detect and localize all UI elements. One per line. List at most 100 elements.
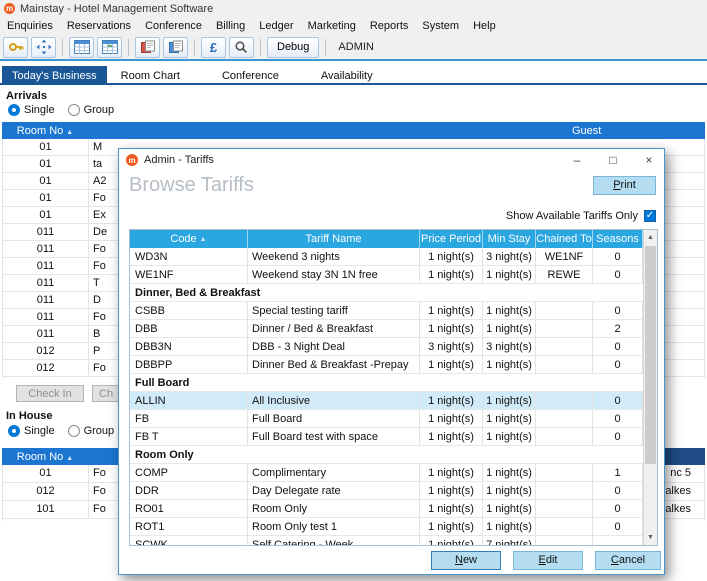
- available-tariffs-checkbox[interactable]: ✓: [644, 210, 656, 222]
- menu-item-billing[interactable]: Billing: [209, 18, 252, 34]
- tariff-name-cell: All Inclusive: [248, 392, 420, 409]
- tariff-row[interactable]: COMPComplimentary1 night(s)1 night(s)1: [130, 464, 643, 482]
- inhouse-room-no-header[interactable]: Room No▲: [2, 451, 88, 463]
- tab-room-chart[interactable]: Room Chart: [107, 66, 194, 83]
- tariff-row[interactable]: FB TFull Board test with space1 night(s)…: [130, 428, 643, 446]
- dialog-logo-icon: m: [126, 154, 138, 166]
- menu-item-system[interactable]: System: [415, 18, 466, 34]
- menu-item-marketing[interactable]: Marketing: [301, 18, 363, 34]
- tariff-row[interactable]: ROT1Room Only test 11 night(s)1 night(s)…: [130, 518, 643, 536]
- tab-availability[interactable]: Availability: [307, 66, 387, 83]
- column-header-chained-to[interactable]: Chained To: [536, 230, 593, 248]
- dialog-heading: Browse Tariffs: [129, 174, 254, 197]
- tariff-name-cell: Room Only: [248, 500, 420, 517]
- column-header-price-period[interactable]: Price Period: [420, 230, 483, 248]
- tariff-table-body: WD3NWeekend 3 nights1 night(s)3 night(s)…: [130, 248, 643, 545]
- folio-red-toolbar-button[interactable]: [135, 37, 160, 58]
- scrollbar-thumb[interactable]: [645, 246, 656, 464]
- move-toolbar-button[interactable]: [31, 37, 56, 58]
- chained-to-cell: [536, 392, 593, 409]
- code-cell: DDR: [130, 482, 248, 499]
- inhouse-group-radio[interactable]: [68, 425, 80, 437]
- code-cell: RO01: [130, 500, 248, 517]
- code-cell: WE1NF: [130, 266, 248, 283]
- cancel-button[interactable]: Cancel: [595, 551, 661, 570]
- arrivals-room-no-header[interactable]: Room No▲: [2, 125, 88, 137]
- tariff-row[interactable]: SCWKSelf Catering - Week1 night(s)7 nigh…: [130, 536, 643, 545]
- column-header-min-stay[interactable]: Min Stay: [483, 230, 536, 248]
- min-stay-cell: 3 night(s): [483, 248, 536, 265]
- availability-grid-toolbar-button[interactable]: [97, 37, 122, 58]
- room-no-cell: 012: [3, 343, 89, 359]
- scroll-down-icon[interactable]: ▼: [644, 530, 657, 545]
- print-button[interactable]: Print: [593, 176, 656, 195]
- dialog-title-bar[interactable]: m Admin - Tariffs – □ ×: [119, 149, 664, 171]
- chained-to-cell: REWE: [536, 266, 593, 283]
- tariff-row[interactable]: DBBPPDinner Bed & Breakfast -Prepay1 nig…: [130, 356, 643, 374]
- folio-blue-icon: [168, 40, 184, 54]
- tariff-row[interactable]: FBFull Board1 night(s)1 night(s)0: [130, 410, 643, 428]
- menu-item-reservations[interactable]: Reservations: [60, 18, 138, 34]
- arrivals-group-radio[interactable]: [68, 104, 80, 116]
- search-toolbar-button[interactable]: [229, 37, 254, 58]
- menu-item-enquiries[interactable]: Enquiries: [0, 18, 60, 34]
- edit-button[interactable]: Edit: [513, 551, 583, 570]
- toolbar-separator: [62, 39, 63, 56]
- arrivals-single-radio[interactable]: [8, 104, 20, 116]
- tariff-row[interactable]: DDRDay Delegate rate1 night(s)1 night(s)…: [130, 482, 643, 500]
- guest-name-fragment: alkes: [665, 501, 691, 518]
- tariff-row[interactable]: RO01Room Only1 night(s)1 night(s)0: [130, 500, 643, 518]
- price-period-cell: 1 night(s): [420, 302, 483, 319]
- menu-bar: EnquiriesReservationsConferenceBillingLe…: [0, 17, 707, 35]
- code-cell: WD3N: [130, 248, 248, 265]
- seasons-cell: [593, 536, 643, 545]
- room-grid-toolbar-button[interactable]: [69, 37, 94, 58]
- arrivals-single-label: Single: [24, 104, 55, 116]
- column-header-tariff-name[interactable]: Tariff Name: [248, 230, 420, 248]
- code-cell: DBB: [130, 320, 248, 337]
- edit-button-label: Edit: [514, 552, 582, 569]
- toolbar-separator: [128, 39, 129, 56]
- room-no-cell: 01: [3, 139, 89, 155]
- column-header-code[interactable]: Code▲: [130, 230, 248, 248]
- tariff-row[interactable]: DBB3NDBB - 3 Night Deal3 night(s)3 night…: [130, 338, 643, 356]
- chained-to-cell: [536, 338, 593, 355]
- tariff-row[interactable]: DBBDinner / Bed & Breakfast1 night(s)1 n…: [130, 320, 643, 338]
- arrivals-section-title: Arrivals: [6, 90, 47, 102]
- toolbar: £ Debug ADMIN: [0, 35, 707, 61]
- maximize-button[interactable]: □: [598, 149, 628, 171]
- close-button[interactable]: ×: [634, 149, 664, 171]
- tariff-row[interactable]: WE1NFWeekend stay 3N 1N free1 night(s)1 …: [130, 266, 643, 284]
- inhouse-section-title: In House: [6, 410, 52, 422]
- debug-button[interactable]: Debug: [267, 37, 319, 58]
- column-header-seasons[interactable]: Seasons: [593, 230, 643, 248]
- folio-red-icon: [140, 40, 156, 54]
- price-period-cell: 1 night(s): [420, 536, 483, 545]
- min-stay-cell: 1 night(s): [483, 464, 536, 481]
- key-toolbar-button[interactable]: [3, 37, 28, 58]
- inhouse-single-radio[interactable]: [8, 425, 20, 437]
- check-in-button[interactable]: Check In: [16, 385, 84, 402]
- seasons-cell: 1: [593, 464, 643, 481]
- room-no-cell: 01: [3, 173, 89, 189]
- folio-blue-toolbar-button[interactable]: [163, 37, 188, 58]
- billing-toolbar-button[interactable]: £: [201, 37, 226, 58]
- seasons-cell: 0: [593, 302, 643, 319]
- menu-item-help[interactable]: Help: [466, 18, 503, 34]
- title-bar: m Mainstay - Hotel Management Software: [0, 0, 707, 17]
- tariff-row[interactable]: ALLINAll Inclusive1 night(s)1 night(s)0: [130, 392, 643, 410]
- tariff-row[interactable]: WD3NWeekend 3 nights1 night(s)3 night(s)…: [130, 248, 643, 266]
- scroll-up-icon[interactable]: ▲: [644, 230, 657, 245]
- tab-today-s-business[interactable]: Today's Business: [2, 66, 107, 83]
- menu-item-reports[interactable]: Reports: [363, 18, 416, 34]
- tariff-row[interactable]: CSBBSpecial testing tariff1 night(s)1 ni…: [130, 302, 643, 320]
- new-button[interactable]: New: [431, 551, 501, 570]
- window-title: Mainstay - Hotel Management Software: [20, 3, 213, 15]
- key-icon: [8, 39, 24, 55]
- tab-conference[interactable]: Conference: [208, 66, 293, 83]
- menu-item-conference[interactable]: Conference: [138, 18, 209, 34]
- vertical-scrollbar[interactable]: ▲ ▼: [643, 230, 657, 545]
- menu-item-ledger[interactable]: Ledger: [252, 18, 300, 34]
- arrivals-guest-header[interactable]: Guest: [572, 125, 601, 137]
- minimize-button[interactable]: –: [562, 149, 592, 171]
